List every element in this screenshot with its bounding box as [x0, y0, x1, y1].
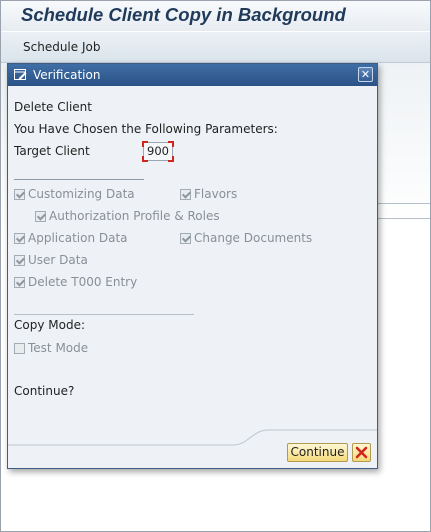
- app-toolbar: Schedule Job: [1, 32, 430, 63]
- change-documents-checkbox[interactable]: Change Documents: [180, 230, 312, 246]
- continue-button[interactable]: Continue: [287, 443, 348, 462]
- verification-dialog: Verification ✕ Delete Client You Have Ch…: [7, 63, 378, 469]
- dialog-title: Verification: [33, 68, 101, 82]
- checkbox-box[interactable]: [35, 210, 46, 222]
- checkbox-box[interactable]: [14, 342, 25, 354]
- user-data-checkbox[interactable]: User Data: [14, 252, 88, 268]
- authorization-profile-checkbox[interactable]: Authorization Profile & Roles: [35, 208, 220, 224]
- checkbox-label: Authorization Profile & Roles: [49, 209, 220, 223]
- dialog-content: Delete Client You Have Chosen the Follow…: [8, 86, 377, 442]
- application-data-checkbox[interactable]: Application Data: [14, 230, 128, 246]
- checkbox-box[interactable]: [14, 188, 25, 200]
- close-icon[interactable]: ✕: [358, 67, 373, 82]
- schedule-job-button[interactable]: Schedule Job: [23, 40, 100, 54]
- checkbox-box[interactable]: [14, 254, 25, 266]
- checkbox-label: Change Documents: [194, 231, 313, 245]
- checkbox-box[interactable]: [180, 188, 191, 200]
- delete-t000-entry-checkbox[interactable]: Delete T000 Entry: [14, 274, 137, 290]
- test-mode-checkbox[interactable]: Test Mode: [14, 340, 88, 356]
- dialog-title-bar[interactable]: Verification ✕: [8, 64, 377, 86]
- checkbox-label: User Data: [28, 253, 88, 267]
- checkbox-label: Test Mode: [28, 341, 89, 355]
- cancel-x-icon[interactable]: [352, 443, 371, 462]
- target-client-field[interactable]: 900: [142, 141, 174, 162]
- target-client-label: Target Client: [14, 144, 90, 158]
- target-client-value: 900: [147, 144, 169, 158]
- continue-question: Continue?: [14, 384, 75, 398]
- divider: [14, 314, 194, 315]
- focus-corner: [168, 156, 174, 162]
- app-title-bar: Schedule Client Copy in Background: [1, 1, 430, 31]
- checkbox-label: Customizing Data: [28, 187, 135, 201]
- background-divider: [376, 218, 430, 219]
- copy-mode-label: Copy Mode:: [14, 318, 85, 332]
- dialog-heading: Delete Client: [14, 100, 92, 114]
- checkbox-box[interactable]: [14, 232, 25, 244]
- focus-corner: [142, 141, 148, 147]
- field-underline: [14, 179, 144, 180]
- flavors-checkbox[interactable]: Flavors: [180, 186, 237, 202]
- checkbox-label: Application Data: [28, 231, 128, 245]
- customizing-data-checkbox[interactable]: Customizing Data: [14, 186, 135, 202]
- dialog-footer: Continue: [8, 418, 377, 468]
- page-title: Schedule Client Copy in Background: [21, 4, 346, 25]
- background-divider: [376, 203, 430, 204]
- focus-corner: [168, 141, 174, 147]
- focus-corner: [142, 156, 148, 162]
- checkbox-label: Flavors: [194, 187, 238, 201]
- checkbox-box[interactable]: [14, 276, 25, 288]
- edit-window-icon: [14, 68, 27, 81]
- params-intro: You Have Chosen the Following Parameters…: [14, 122, 278, 136]
- checkbox-box[interactable]: [180, 232, 191, 244]
- checkbox-label: Delete T000 Entry: [28, 275, 138, 289]
- app-window: Schedule Client Copy in Background Sched…: [0, 0, 431, 532]
